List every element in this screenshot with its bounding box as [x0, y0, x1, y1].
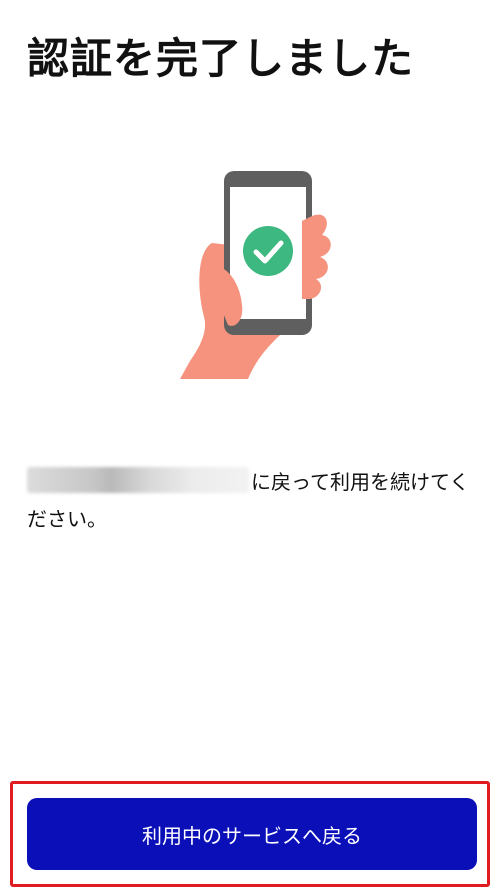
blurred-service-name [27, 467, 249, 493]
instruction-message: に戻って利用を続けてください。 [27, 464, 477, 538]
check-circle [243, 226, 293, 276]
auth-complete-screen: 認証を完了しました に戻って利用を続けてください。 利用中のサービスへ戻る [0, 0, 500, 891]
button-highlight-frame: 利用中のサービスへ戻る [10, 781, 490, 887]
phone-checkmark-icon [180, 171, 331, 379]
page-title: 認証を完了しました [27, 34, 415, 83]
fingers-shape [302, 214, 331, 299]
back-to-service-button[interactable]: 利用中のサービスへ戻る [27, 798, 477, 870]
